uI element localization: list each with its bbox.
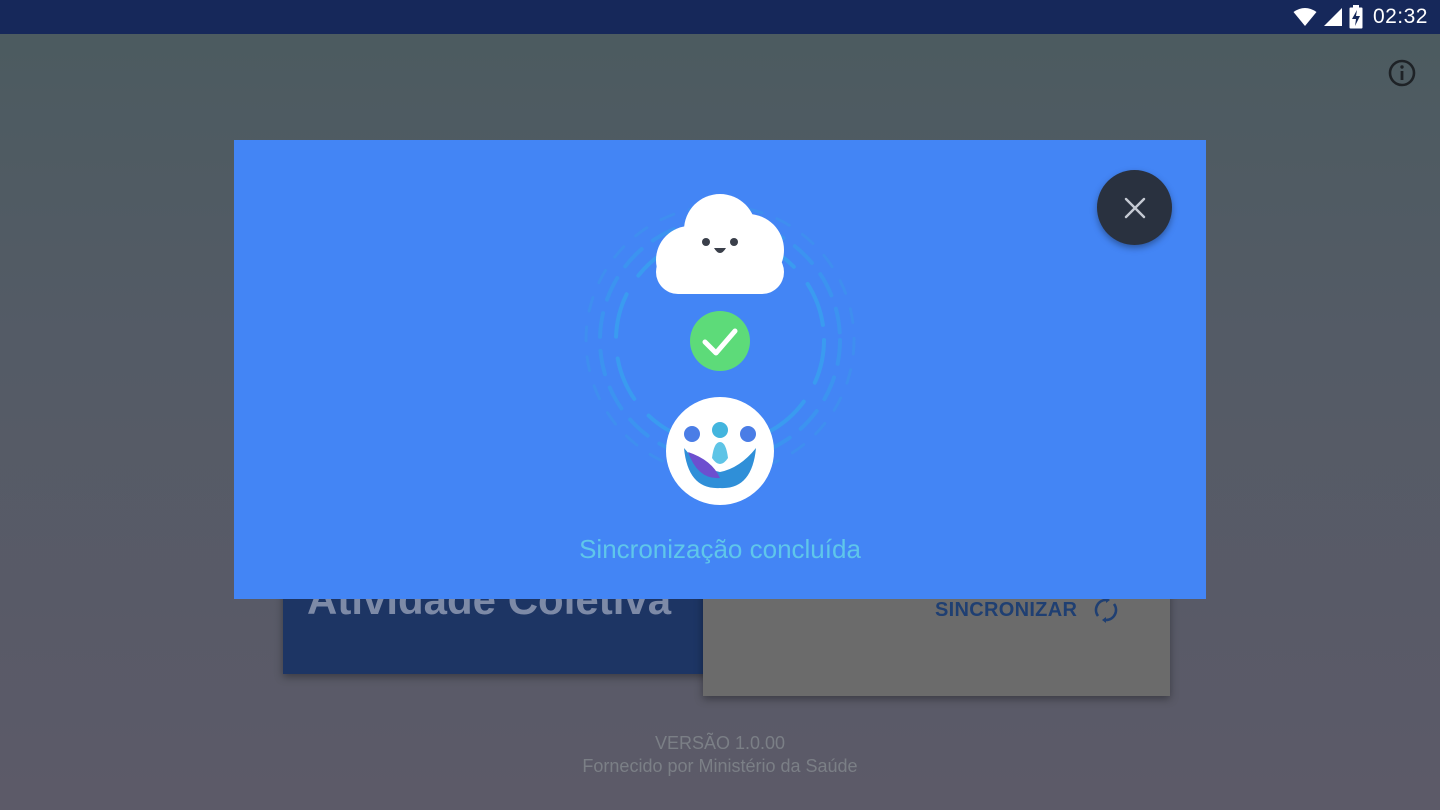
check-icon — [690, 311, 750, 371]
sync-illustration — [584, 194, 856, 505]
info-icon[interactable] — [1387, 58, 1417, 88]
close-icon — [1124, 197, 1145, 218]
smiling-cloud-icon — [656, 194, 784, 294]
sync-complete-message: Sincronização concluída — [579, 534, 861, 564]
close-button[interactable] — [1097, 170, 1172, 245]
status-time: 02:32 — [1372, 5, 1428, 28]
cell-signal-icon — [1323, 8, 1342, 26]
sync-complete-dialog: Sincronização concluída — [234, 140, 1206, 599]
sync-icon — [1094, 597, 1118, 623]
status-bar: 02:32 — [0, 0, 1440, 34]
sync-button-label: SINCRONIZAR — [935, 598, 1078, 621]
footer: VERSÃO 1.0.00 Fornecido por Ministério d… — [0, 732, 1440, 778]
version-text: VERSÃO 1.0.00 — [654, 733, 786, 753]
status-icons: 02:32 — [1293, 0, 1428, 34]
wifi-icon — [1293, 8, 1317, 26]
provider-text: Fornecido por Ministério da Saúde — [582, 756, 858, 776]
battery-charging-icon — [1349, 5, 1363, 29]
app-logo — [666, 397, 774, 505]
sync-button[interactable]: SINCRONIZAR — [935, 596, 1119, 624]
